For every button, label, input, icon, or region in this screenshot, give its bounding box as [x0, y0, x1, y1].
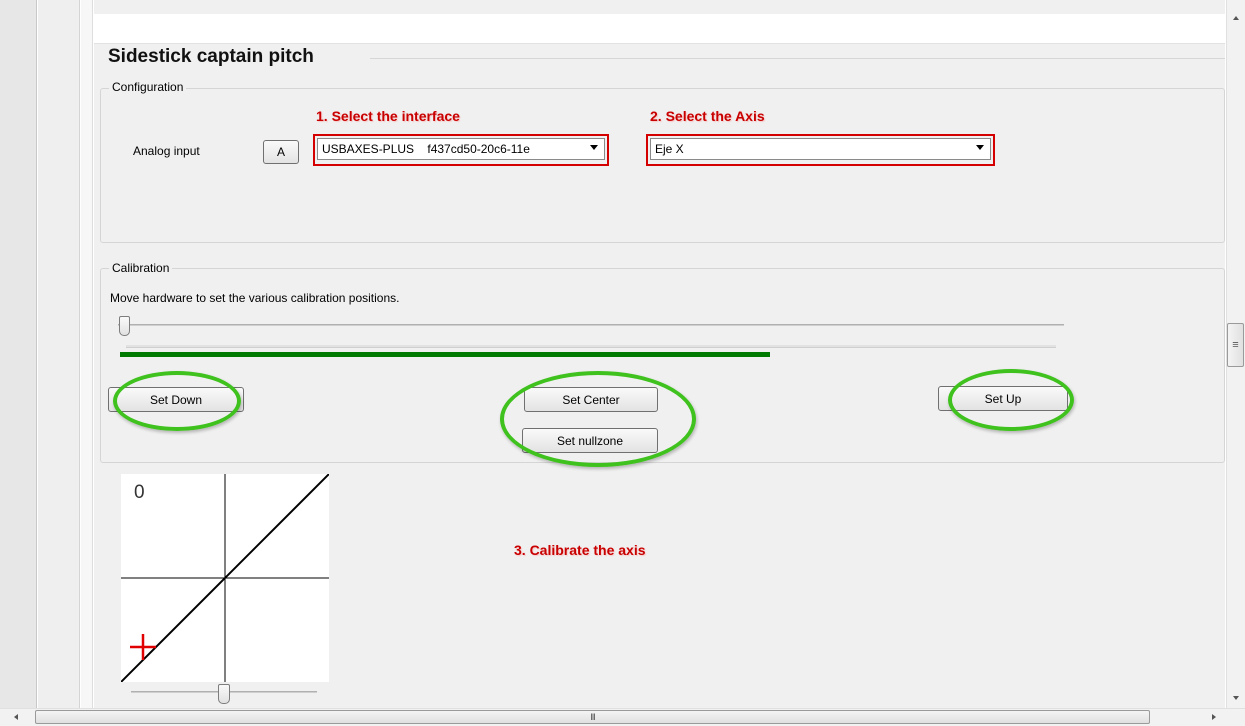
interface-select-value: USBAXES-PLUS f437cd50-20c6-11e	[322, 142, 530, 156]
annotation-step-1: 1. Select the interface	[316, 108, 460, 124]
calibration-instructions: Move hardware to set the various calibra…	[110, 291, 400, 305]
calibration-legend: Calibration	[109, 261, 173, 275]
configuration-legend: Configuration	[109, 80, 187, 94]
scroll-grip-h-icon: III	[590, 712, 595, 722]
response-curve-graph	[120, 473, 330, 683]
scroll-left-button[interactable]	[8, 710, 24, 724]
left-panel-border	[81, 0, 93, 708]
analog-input-label: Analog input	[133, 144, 200, 158]
calibration-progress-fill	[120, 352, 770, 357]
curve-slider[interactable]	[131, 684, 317, 706]
chevron-down-icon	[976, 145, 984, 150]
calibration-slider-thumb[interactable]	[119, 316, 130, 336]
curve-preview: 0	[120, 473, 330, 683]
arrow-down-icon	[1232, 696, 1239, 700]
calibration-track-line	[126, 345, 1056, 348]
calibration-slider-track	[118, 324, 1064, 326]
axis-select[interactable]: Eje X	[650, 138, 991, 160]
annotation-step-2: 2. Select the Axis	[650, 108, 765, 124]
panel-header-strip	[94, 14, 1225, 44]
red-cross-icon	[130, 634, 156, 660]
title-divider	[370, 58, 1225, 59]
calibration-slider[interactable]	[118, 316, 1064, 342]
curve-slider-thumb[interactable]	[218, 684, 230, 704]
arrow-right-icon	[1212, 714, 1216, 720]
arrow-up-icon	[1232, 16, 1239, 20]
scroll-right-button[interactable]	[1206, 710, 1222, 724]
horizontal-scrollbar-thumb[interactable]: III	[35, 710, 1150, 724]
scroll-grip-icon: ≡	[1232, 339, 1239, 351]
axis-select-value: Eje X	[655, 142, 684, 156]
vertical-scrollbar-thumb[interactable]: ≡	[1227, 323, 1244, 367]
calibration-progress-bar	[120, 352, 770, 357]
annotation-step-3: 3. Calibrate the axis	[514, 542, 646, 558]
left-tree-margin	[38, 0, 80, 708]
analog-input-button[interactable]: A	[263, 140, 299, 164]
left-gutter	[0, 0, 37, 708]
center-buttons-highlight	[500, 371, 696, 467]
curve-value-label: 0	[134, 482, 145, 503]
chevron-down-icon	[590, 145, 598, 150]
set-up-highlight	[948, 369, 1074, 431]
arrow-left-icon	[14, 714, 18, 720]
set-down-highlight	[113, 371, 241, 431]
interface-select[interactable]: USBAXES-PLUS f437cd50-20c6-11e	[317, 138, 605, 160]
page-title: Sidestick captain pitch	[108, 46, 314, 67]
scroll-down-button[interactable]	[1226, 690, 1245, 706]
scroll-up-button[interactable]	[1226, 10, 1245, 26]
